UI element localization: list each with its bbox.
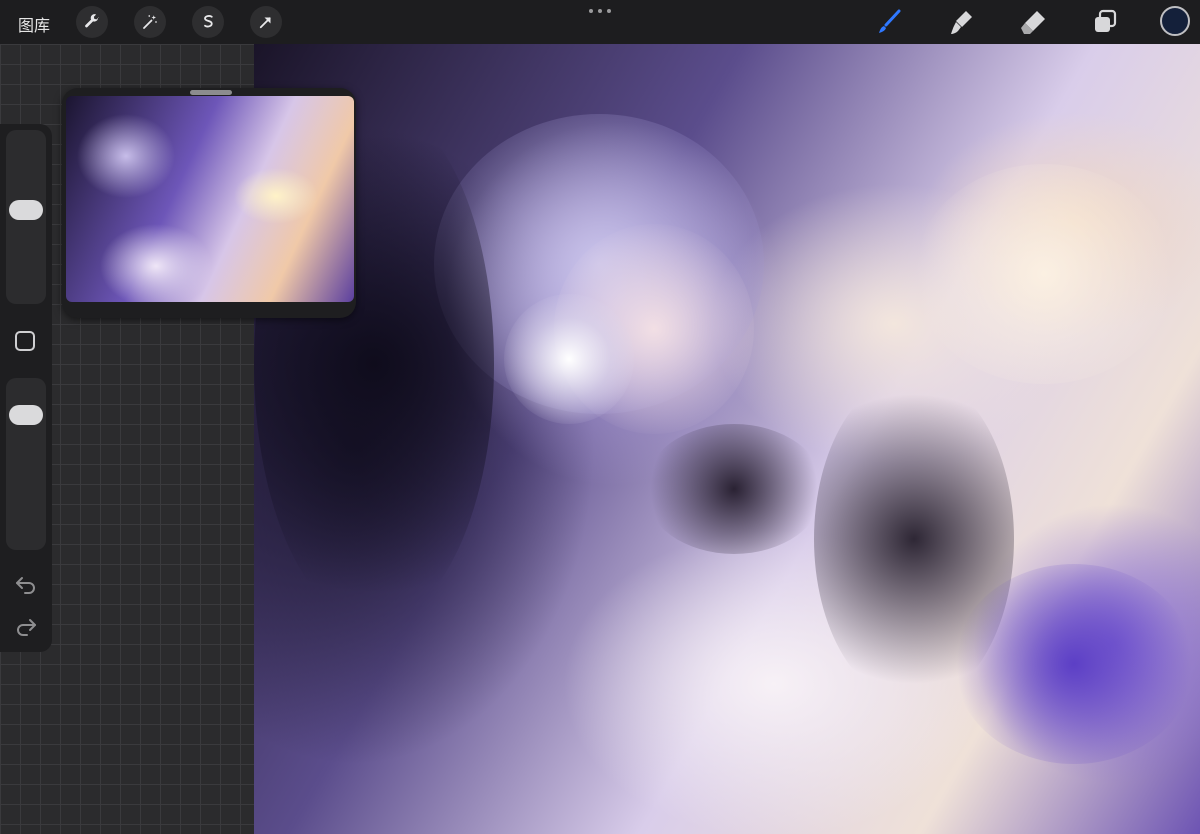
adjustments-button[interactable] [134, 6, 166, 38]
selection-button[interactable] [192, 6, 224, 38]
reference-window[interactable] [62, 88, 356, 318]
transform-arrow-icon [259, 17, 271, 29]
gallery-button[interactable]: 图库 [18, 12, 50, 36]
reference-drag-handle[interactable] [190, 90, 232, 95]
brush-size-slider[interactable] [6, 130, 46, 304]
layers-button[interactable] [1088, 6, 1122, 38]
reference-thumbnail-image [66, 96, 354, 302]
artwork-canvas[interactable] [254, 44, 1200, 834]
wrench-icon [85, 14, 99, 28]
brush-tool-button[interactable] [872, 6, 906, 38]
layers-icon [1095, 9, 1117, 32]
color-picker-button[interactable] [1160, 6, 1190, 36]
eraser-tool-button[interactable] [1016, 6, 1050, 38]
actions-button[interactable] [76, 6, 108, 38]
undo-icon[interactable] [14, 574, 38, 594]
opacity-slider[interactable] [6, 378, 46, 550]
left-sidebar [0, 124, 52, 652]
magic-wand-icon [143, 15, 157, 29]
brush-size-slider-thumb[interactable] [9, 199, 43, 220]
art-collar-shape [644, 424, 824, 554]
more-options-handle[interactable] [589, 6, 611, 16]
modify-button[interactable] [15, 331, 35, 351]
smudge-icon [951, 11, 972, 34]
redo-icon[interactable] [14, 616, 38, 636]
art-glow-shape [914, 164, 1174, 384]
smudge-tool-button[interactable] [944, 6, 978, 38]
art-flower-shape [504, 294, 634, 424]
opacity-slider-thumb[interactable] [9, 405, 43, 425]
eraser-icon [1021, 11, 1045, 34]
brush-icon [879, 9, 901, 33]
art-purple-petals-shape [954, 564, 1194, 764]
top-toolbar: 图库 [0, 0, 1200, 44]
selection-icon [204, 15, 213, 28]
transform-button[interactable] [250, 6, 282, 38]
